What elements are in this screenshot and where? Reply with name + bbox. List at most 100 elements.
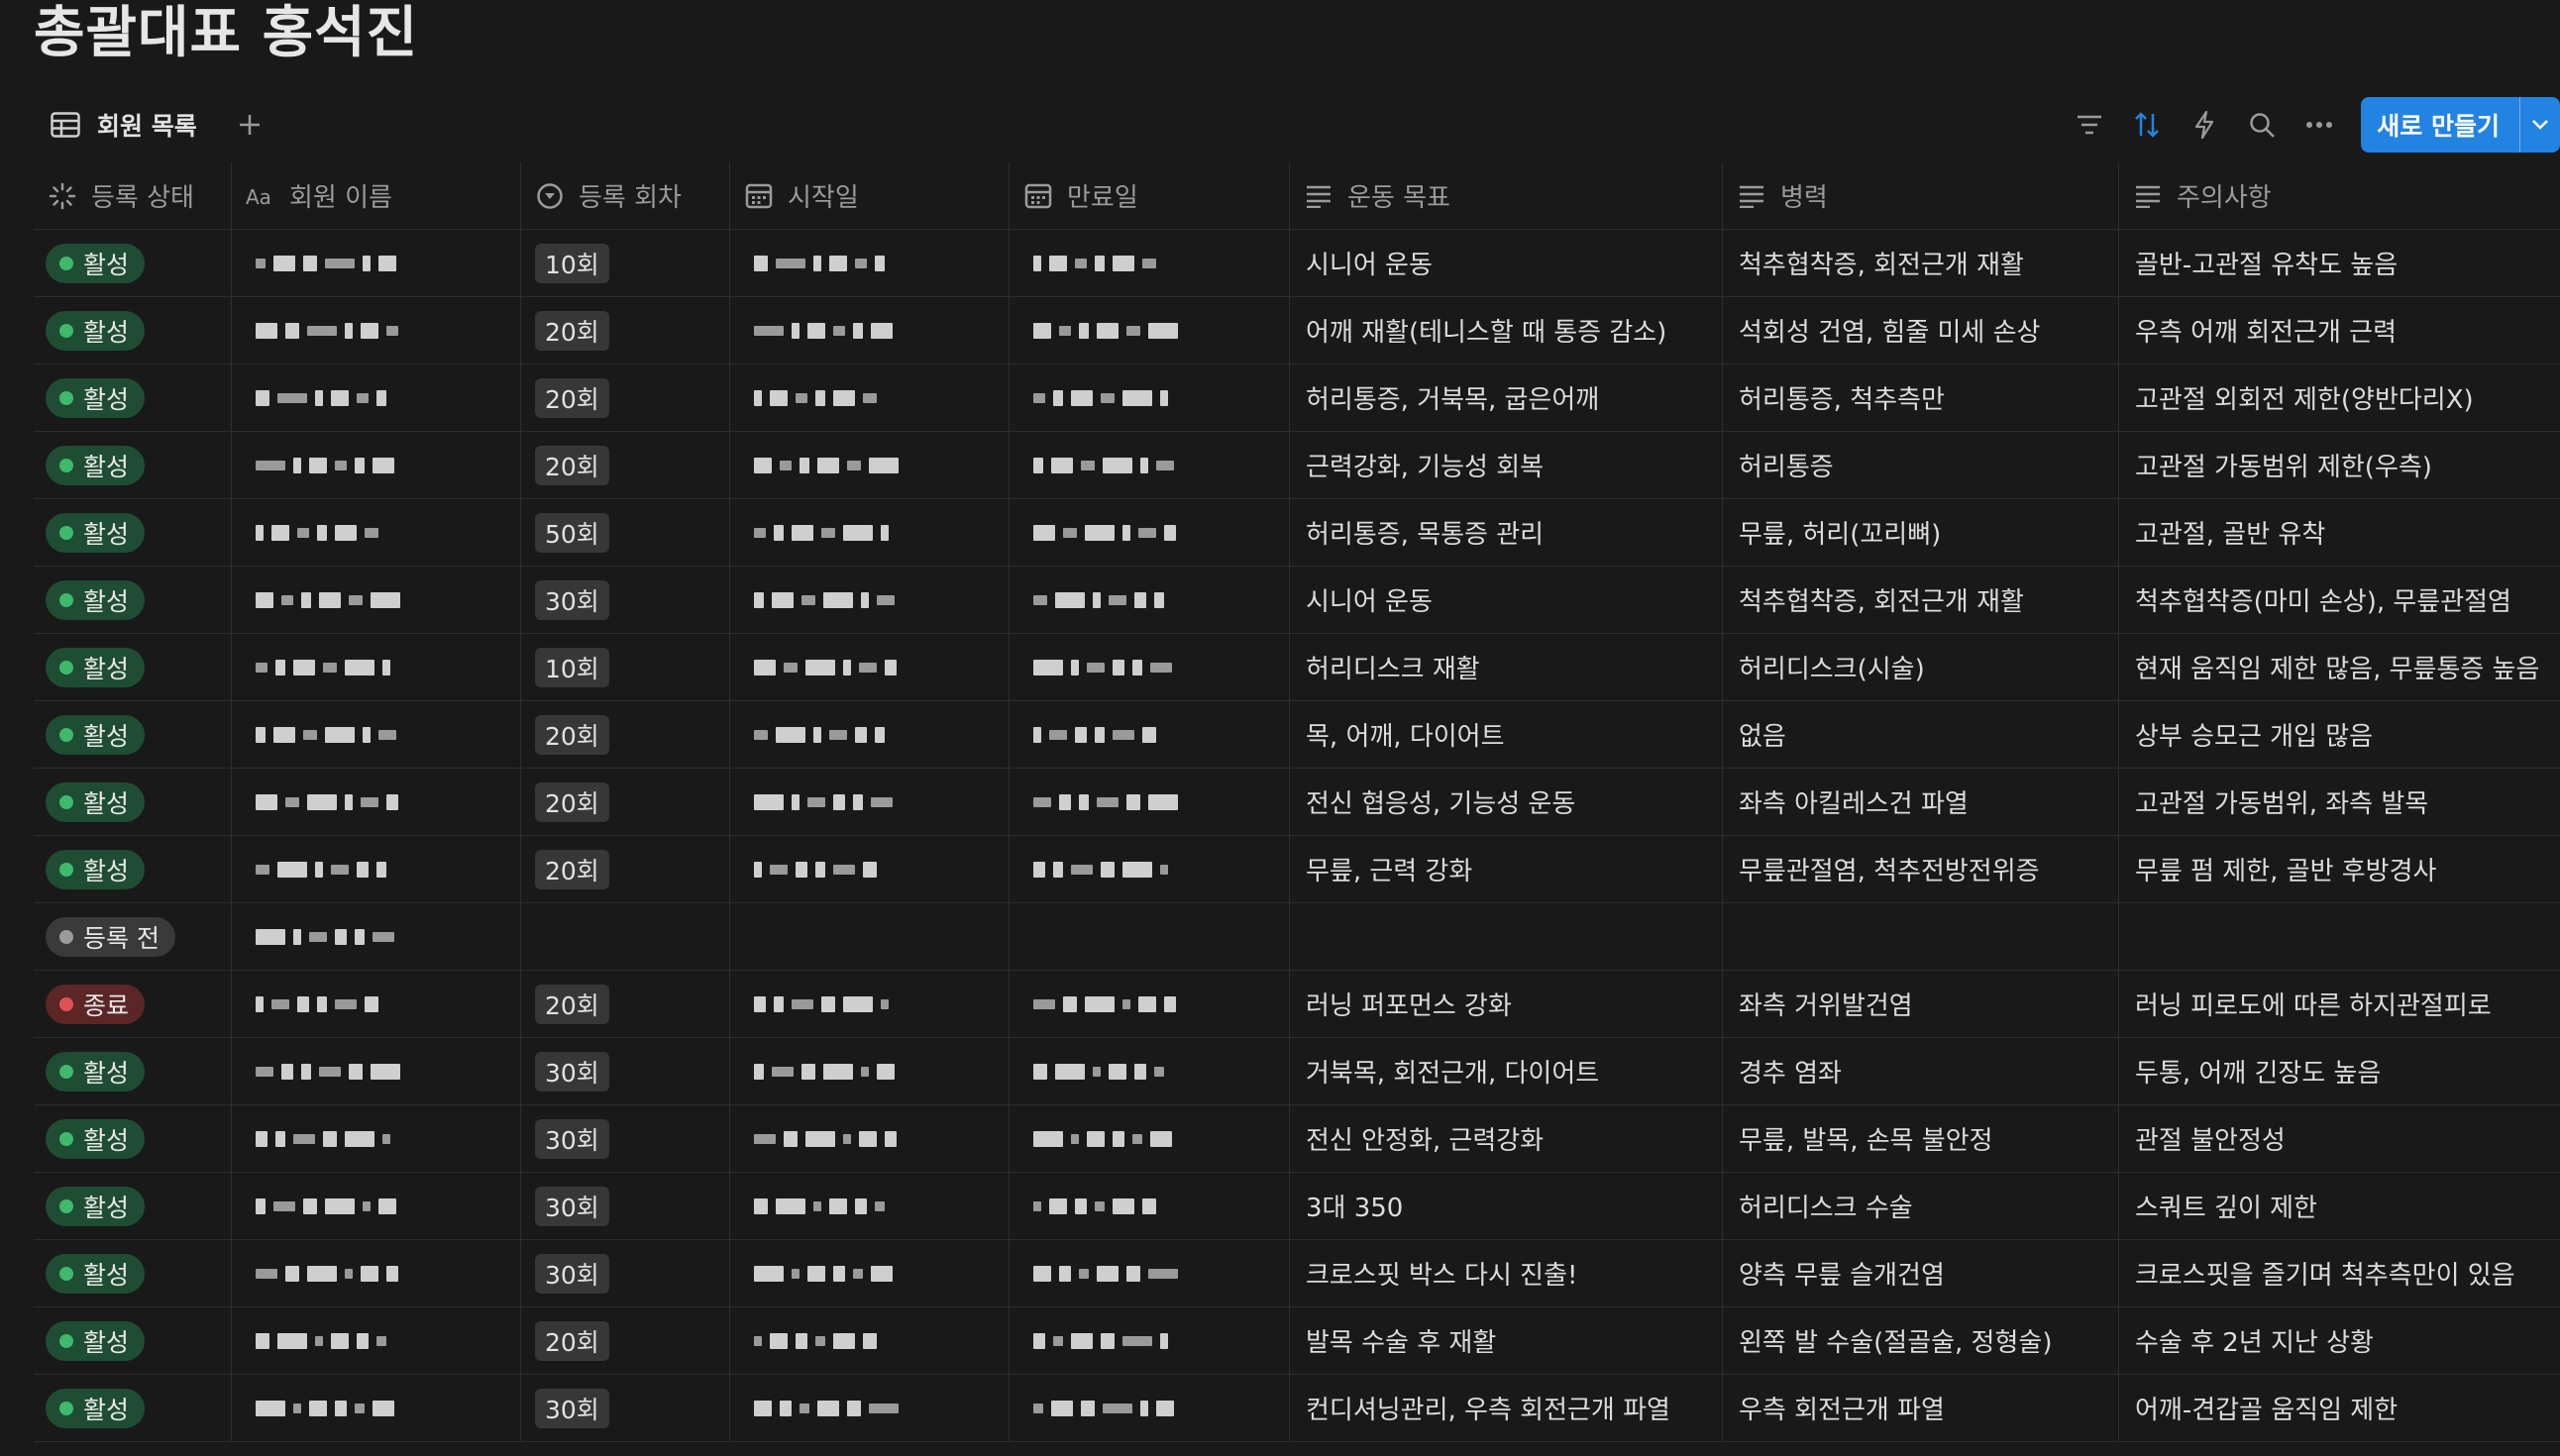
history-cell[interactable]: 좌측 아킬레스건 파열 (1723, 769, 2119, 836)
name-cell[interactable] (232, 769, 521, 836)
name-cell[interactable] (232, 230, 521, 297)
caution-cell[interactable]: 고관절 가동범위 제한(우측) (2119, 432, 2560, 499)
goal-cell[interactable]: 거북목, 회전근개, 다이어트 (1290, 1038, 1723, 1105)
table-row[interactable]: 활성 20회 목, 어깨, 다이어트 없음 상부 승모근 개입 많음 (0, 701, 2560, 769)
caution-cell[interactable]: 관절 불안정성 (2119, 1105, 2560, 1173)
tab-member-list[interactable]: 회원 목록 (50, 97, 197, 153)
status-badge[interactable]: 활성 (46, 579, 146, 620)
count-cell[interactable] (521, 903, 730, 971)
end-date-cell[interactable] (1010, 432, 1290, 499)
status-badge[interactable]: 활성 (46, 310, 146, 351)
status-badge[interactable]: 활성 (46, 849, 146, 889)
history-cell[interactable]: 무릎관절염, 척추전방전위증 (1723, 836, 2119, 903)
end-date-cell[interactable] (1010, 1105, 1290, 1173)
caution-cell[interactable]: 고관절, 골반 유착 (2119, 499, 2560, 567)
caution-cell[interactable]: 현재 움직임 제한 많음, 무릎통증 높음 (2119, 634, 2560, 701)
start-date-cell[interactable] (730, 567, 1010, 634)
start-date-cell[interactable] (730, 432, 1010, 499)
caution-cell[interactable]: 어깨-견갑골 움직임 제한 (2119, 1375, 2560, 1442)
start-date-cell[interactable] (730, 1307, 1010, 1375)
table-row[interactable]: 활성 10회 허리디스크 재활 허리디스크(시술) 현재 움직임 제한 많음, 무릎통증… (0, 634, 2560, 701)
table-row[interactable]: 활성 20회 전신 협응성, 기능성 운동 좌측 아킬레스건 파열 고관절 가동범위, … (0, 769, 2560, 836)
end-date-cell[interactable] (1010, 499, 1290, 567)
status-cell[interactable]: 활성 (34, 701, 232, 769)
end-date-cell[interactable] (1010, 1038, 1290, 1105)
start-date-cell[interactable] (730, 903, 1010, 971)
count-cell[interactable]: 30회 (521, 567, 730, 634)
start-date-cell[interactable] (730, 701, 1010, 769)
goal-cell[interactable] (1290, 903, 1723, 971)
goal-cell[interactable]: 3대 350 (1290, 1173, 1723, 1240)
count-cell[interactable]: 20회 (521, 836, 730, 903)
name-cell[interactable] (232, 1173, 521, 1240)
name-cell[interactable] (232, 1105, 521, 1173)
column-header-name[interactable]: Aa 회원 이름 (232, 162, 521, 230)
name-cell[interactable] (232, 903, 521, 971)
table-row[interactable]: 활성 10회 시니어 운동 척추협착증, 회전근개 재활 골반-고관절 유착도 높음 (0, 230, 2560, 297)
column-header-start-date[interactable]: 시작일 (730, 162, 1010, 230)
history-cell[interactable]: 허리통증, 척추측만 (1723, 364, 2119, 432)
count-cell[interactable]: 30회 (521, 1038, 730, 1105)
table-row[interactable]: 활성 30회 거북목, 회전근개, 다이어트 경추 염좌 두통, 어깨 긴장도 높음 (0, 1038, 2560, 1105)
count-cell[interactable]: 30회 (521, 1375, 730, 1442)
add-view-button[interactable] (228, 103, 271, 147)
start-date-cell[interactable] (730, 230, 1010, 297)
status-cell[interactable]: 활성 (34, 1307, 232, 1375)
name-cell[interactable] (232, 971, 521, 1038)
end-date-cell[interactable] (1010, 1173, 1290, 1240)
column-header-count[interactable]: 등록 회차 (521, 162, 730, 230)
status-cell[interactable]: 활성 (34, 230, 232, 297)
goal-cell[interactable]: 어깨 재활(테니스할 때 통증 감소) (1290, 297, 1723, 364)
count-cell[interactable]: 10회 (521, 230, 730, 297)
start-date-cell[interactable] (730, 634, 1010, 701)
search-icon[interactable] (2242, 105, 2282, 145)
status-cell[interactable]: 활성 (34, 769, 232, 836)
table-row[interactable]: 활성 20회 발목 수술 후 재활 왼쪽 발 수술(절골술, 정형술) 수술 후 2년 … (0, 1307, 2560, 1375)
start-date-cell[interactable] (730, 1240, 1010, 1307)
start-date-cell[interactable] (730, 1105, 1010, 1173)
name-cell[interactable] (232, 836, 521, 903)
count-cell[interactable]: 30회 (521, 1240, 730, 1307)
status-cell[interactable]: 활성 (34, 432, 232, 499)
name-cell[interactable] (232, 567, 521, 634)
start-date-cell[interactable] (730, 1173, 1010, 1240)
caution-cell[interactable]: 우측 어깨 회전근개 근력 (2119, 297, 2560, 364)
status-badge[interactable]: 활성 (46, 647, 146, 687)
count-cell[interactable]: 20회 (521, 971, 730, 1038)
goal-cell[interactable]: 허리디스크 재활 (1290, 634, 1723, 701)
goal-cell[interactable]: 근력강화, 기능성 회복 (1290, 432, 1723, 499)
caution-cell[interactable]: 척추협착증(마미 손상), 무릎관절염 (2119, 567, 2560, 634)
start-date-cell[interactable] (730, 836, 1010, 903)
status-badge[interactable]: 활성 (46, 377, 146, 418)
count-cell[interactable]: 20회 (521, 297, 730, 364)
start-date-cell[interactable] (730, 971, 1010, 1038)
status-badge[interactable]: 활성 (46, 1051, 146, 1092)
goal-cell[interactable]: 무릎, 근력 강화 (1290, 836, 1723, 903)
history-cell[interactable]: 허리통증 (1723, 432, 2119, 499)
status-cell[interactable]: 활성 (34, 1240, 232, 1307)
caution-cell[interactable]: 두통, 어깨 긴장도 높음 (2119, 1038, 2560, 1105)
caution-cell[interactable] (2119, 903, 2560, 971)
name-cell[interactable] (232, 499, 521, 567)
status-cell[interactable]: 활성 (34, 1173, 232, 1240)
end-date-cell[interactable] (1010, 1240, 1290, 1307)
caution-cell[interactable]: 수술 후 2년 지난 상황 (2119, 1307, 2560, 1375)
name-cell[interactable] (232, 634, 521, 701)
name-cell[interactable] (232, 297, 521, 364)
table-row[interactable]: 활성 30회 3대 350 허리디스크 수술 스쿼트 깊이 제한 (0, 1173, 2560, 1240)
end-date-cell[interactable] (1010, 364, 1290, 432)
start-date-cell[interactable] (730, 1038, 1010, 1105)
table-row[interactable]: 활성 30회 시니어 운동 척추협착증, 회전근개 재활 척추협착증(마미 손상), 무… (0, 567, 2560, 634)
status-cell[interactable]: 활성 (34, 634, 232, 701)
end-date-cell[interactable] (1010, 971, 1290, 1038)
count-cell[interactable]: 20회 (521, 769, 730, 836)
caution-cell[interactable]: 러닝 피로도에 따른 하지관절피로 (2119, 971, 2560, 1038)
history-cell[interactable]: 좌측 거위발건염 (1723, 971, 2119, 1038)
history-cell[interactable] (1723, 903, 2119, 971)
goal-cell[interactable]: 시니어 운동 (1290, 567, 1723, 634)
history-cell[interactable]: 척추협착증, 회전근개 재활 (1723, 567, 2119, 634)
goal-cell[interactable]: 전신 협응성, 기능성 운동 (1290, 769, 1723, 836)
status-badge[interactable]: 활성 (46, 1253, 146, 1294)
status-badge[interactable]: 활성 (46, 1320, 146, 1361)
status-cell[interactable]: 활성 (34, 1105, 232, 1173)
